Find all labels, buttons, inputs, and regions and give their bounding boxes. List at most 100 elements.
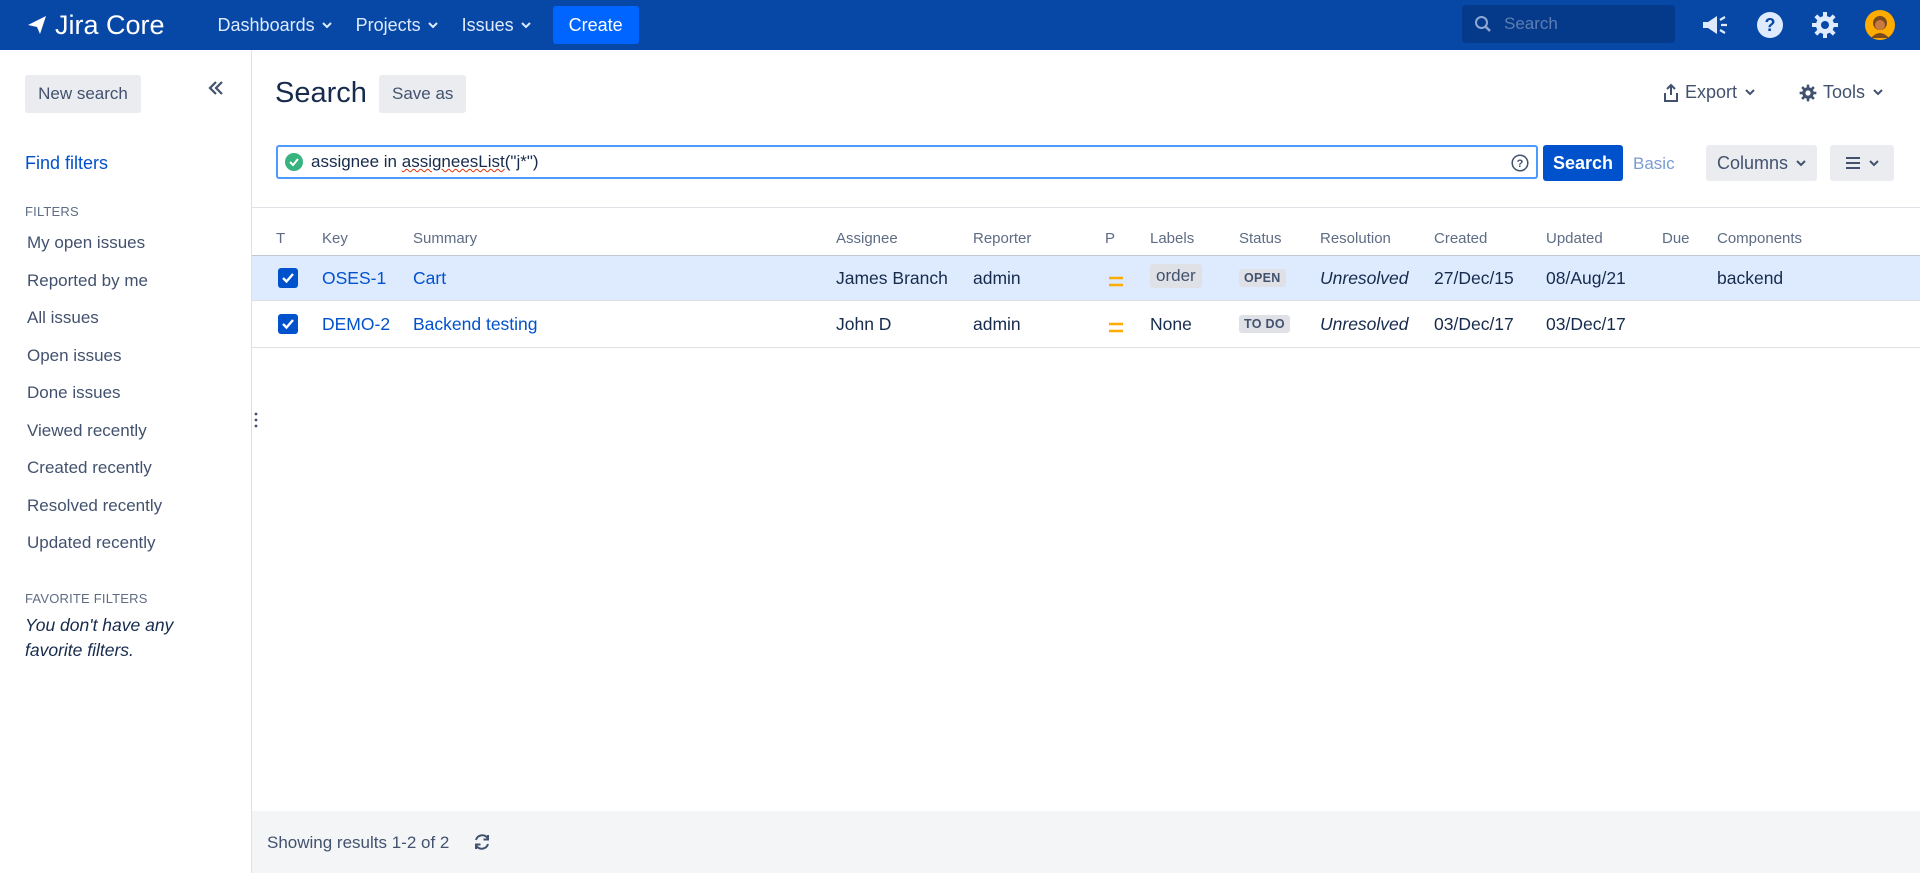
settings-gear-icon[interactable] [1808,8,1842,42]
filter-reported-by-me[interactable]: Reported by me [27,271,162,309]
svg-text:?: ? [1517,158,1524,170]
table-row[interactable]: OSES-1 Cart James Branch admin order OPE… [252,255,1920,301]
notifications-megaphone-icon[interactable] [1697,8,1731,42]
search-main-panel: Search Save as Export Tools assignee in … [252,50,1920,873]
basic-mode-link[interactable]: Basic [1633,154,1675,174]
labels-cell: None [1150,314,1192,334]
chevron-down-icon [520,21,531,28]
jql-query-text: assignee in assigneesList("j*") [311,152,539,172]
chevron-down-icon [1796,159,1806,166]
filter-list: My open issues Reported by me All issues… [27,233,162,571]
col-reporter[interactable]: Reporter [973,230,1031,247]
filters-sidebar: New search Find filters FILTERS My open … [0,50,252,873]
jira-logo-icon [28,16,46,34]
checkmark-icon [282,273,294,284]
jira-logo[interactable]: Jira Core [26,10,165,41]
chevron-down-icon [321,21,332,28]
filter-created-recently[interactable]: Created recently [27,458,162,496]
label-tag[interactable]: order [1150,264,1202,288]
issue-summary-link[interactable]: Cart [413,268,446,289]
nav-projects[interactable]: Projects [356,15,438,36]
tools-label: Tools [1823,82,1866,102]
favorite-filters-heading: FAVORITE FILTERS [25,591,148,606]
refresh-icon[interactable] [472,832,492,852]
nav-projects-label: Projects [355,14,421,35]
nav-issues[interactable]: Issues [462,15,531,36]
assignee-cell: John D [836,314,892,334]
syntax-help-icon[interactable]: ? [1511,154,1529,172]
export-icon [1664,83,1678,102]
created-cell: 27/Dec/15 [1434,268,1514,288]
nav-dashboards-label: Dashboards [217,14,315,35]
col-assignee[interactable]: Assignee [836,230,898,247]
components-cell: backend [1717,268,1784,288]
table-top-border [252,207,1920,208]
row-checkbox[interactable] [278,314,298,334]
page-title: Search [275,77,367,109]
col-labels[interactable]: Labels [1150,230,1194,247]
favorite-filters-empty-message: You don't have any favorite filters. [25,615,174,660]
issue-key-link[interactable]: DEMO-2 [322,314,390,335]
col-components[interactable]: Components [1717,230,1802,247]
filter-updated-recently[interactable]: Updated recently [27,533,162,571]
col-key[interactable]: Key [322,230,348,247]
col-type[interactable]: T [276,230,285,247]
updated-cell: 03/Dec/17 [1546,314,1626,334]
save-as-button[interactable]: Save as [379,75,467,113]
filter-all-issues[interactable]: All issues [27,308,162,346]
col-resolution[interactable]: Resolution [1320,230,1391,247]
user-avatar[interactable] [1863,8,1897,42]
valid-query-check-icon [285,153,303,171]
find-filters-link[interactable]: Find filters [25,153,108,174]
col-status[interactable]: Status [1239,230,1282,247]
updated-cell: 08/Aug/21 [1546,268,1626,288]
filters-heading: FILTERS [25,204,79,219]
resolution-cell: Unresolved [1320,268,1409,288]
search-icon [1475,16,1491,32]
status-badge: TO DO [1239,315,1290,333]
nav-dashboards[interactable]: Dashboards [218,15,332,36]
resolution-cell: Unresolved [1320,314,1409,334]
row-checkbox[interactable] [278,268,298,288]
search-button[interactable]: Search [1543,145,1623,181]
created-cell: 03/Dec/17 [1434,314,1514,334]
col-updated[interactable]: Updated [1546,230,1603,247]
issue-key-link[interactable]: OSES-1 [322,268,386,289]
svg-text:?: ? [1765,15,1776,35]
col-created[interactable]: Created [1434,230,1487,247]
nav-issues-label: Issues [461,14,514,35]
gear-icon [1799,84,1817,101]
filter-resolved-recently[interactable]: Resolved recently [27,496,162,534]
chevron-down-icon [1869,159,1879,166]
filter-open-issues[interactable]: Open issues [27,346,162,384]
jql-query-input[interactable]: assignee in assigneesList("j*") ? [276,145,1538,179]
help-icon[interactable]: ? [1753,8,1787,42]
col-priority[interactable]: P [1105,230,1115,247]
col-due[interactable]: Due [1662,230,1690,247]
jql-prefix: assignee in [311,152,402,171]
create-button[interactable]: Create [552,6,639,44]
global-search-placeholder: Search [1504,14,1558,33]
filter-done-issues[interactable]: Done issues [27,383,162,421]
export-label: Export [1685,82,1738,102]
columns-label: Columns [1716,152,1789,173]
new-search-button[interactable]: New search [25,75,141,113]
export-button[interactable]: Export [1663,82,1761,103]
issue-summary-link[interactable]: Backend testing [413,314,538,335]
global-search-input[interactable]: Search [1462,5,1675,43]
tools-button[interactable]: Tools [1799,82,1889,103]
filter-my-open-issues[interactable]: My open issues [27,233,162,271]
assignee-cell: James Branch [836,268,948,288]
layout-view-button[interactable] [1830,145,1894,181]
priority-medium-icon [1109,276,1123,287]
collapse-sidebar-icon[interactable] [208,80,224,100]
list-view-icon [1846,157,1860,169]
filter-viewed-recently[interactable]: Viewed recently [27,421,162,459]
columns-button[interactable]: Columns [1706,145,1817,181]
col-summary[interactable]: Summary [413,230,477,247]
table-row[interactable]: DEMO-2 Backend testing John D admin None… [252,302,1920,348]
main-nav: Dashboards Projects Issues [218,15,531,36]
reporter-cell: admin [973,314,1021,334]
jql-suffix: ("j*") [504,152,539,171]
chevron-down-icon [1873,89,1883,96]
